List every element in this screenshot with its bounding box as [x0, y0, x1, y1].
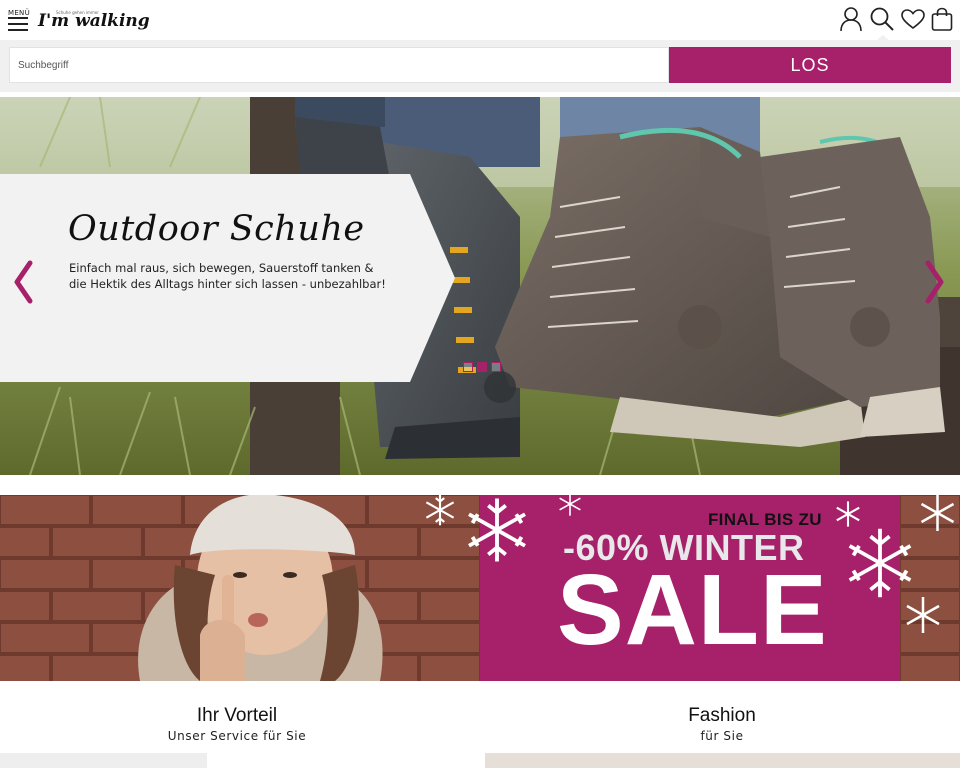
slider-prev-button[interactable] — [10, 257, 36, 307]
user-icon[interactable] — [838, 6, 864, 34]
hero-description: Einfach mal raus, sich bewegen, Sauersto… — [69, 261, 386, 291]
snowflake-icon — [559, 495, 581, 516]
benefits-image-top — [0, 753, 207, 768]
section-subtitle: für Sie — [700, 729, 744, 743]
section-title: Ihr Vorteil — [196, 705, 278, 726]
chevron-left-icon — [14, 260, 33, 304]
hero-title: Outdoor Schuhe — [68, 209, 365, 249]
logo[interactable]: Schuhe gehen immer I'm walking — [38, 8, 150, 34]
shopping-bag-icon[interactable] — [929, 6, 955, 34]
search-icon[interactable] — [869, 6, 895, 34]
snowflake-icon — [425, 495, 455, 526]
search-input[interactable] — [9, 47, 669, 83]
section-subtitle: Unser Service für Sie — [167, 729, 307, 743]
snowflake-icon — [848, 528, 912, 598]
slider-dot[interactable] — [491, 362, 501, 372]
search-submit-button[interactable]: LOS — [669, 47, 951, 83]
section-title: Fashion — [688, 705, 756, 726]
section-fashion[interactable]: Fashion für Sie — [622, 705, 822, 743]
chevron-right-icon — [925, 260, 944, 304]
slider-next-button[interactable] — [922, 257, 948, 307]
heart-icon[interactable] — [900, 6, 926, 34]
snowflake-icon — [920, 495, 955, 531]
snowflake-icon — [906, 597, 940, 633]
slider-dot[interactable] — [477, 362, 487, 372]
snowflake-icon — [468, 498, 526, 562]
search-bar: LOS — [0, 40, 960, 92]
sale-headline: SALE — [557, 554, 828, 666]
menu-label: MENÜ — [8, 9, 31, 17]
section-benefits[interactable]: Ihr Vorteil Unser Service für Sie — [137, 705, 337, 743]
snowflake-icon — [836, 501, 860, 527]
site-header: MENÜ Schuhe gehen immer I'm walking — [0, 0, 960, 41]
menu-button[interactable]: MENÜ — [8, 9, 30, 33]
fashion-image-top — [485, 753, 960, 768]
slider-dot[interactable] — [463, 362, 473, 372]
logo-text: I'm walking — [38, 11, 150, 31]
hamburger-icon — [8, 17, 28, 35]
